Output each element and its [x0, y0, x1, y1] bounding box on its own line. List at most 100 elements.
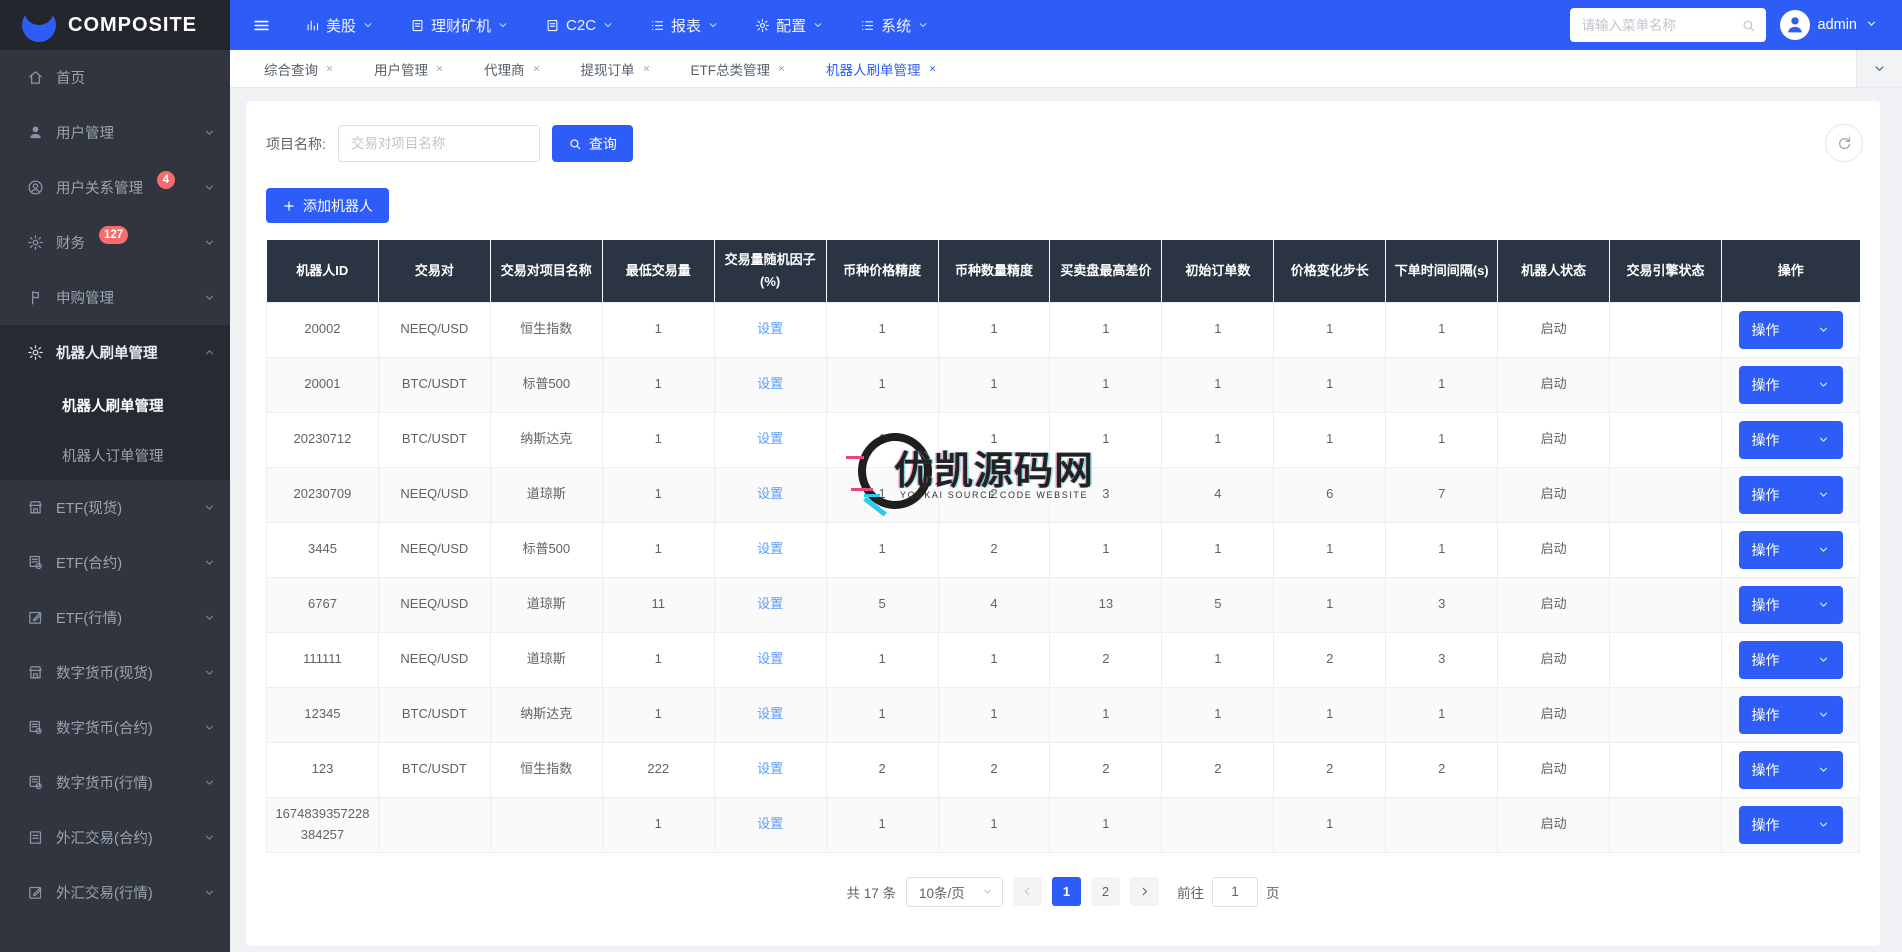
project-name-input[interactable]	[338, 125, 540, 162]
chevron-down-icon	[981, 885, 994, 898]
menu-toggle-icon[interactable]	[252, 16, 271, 35]
nav-menu-reports[interactable]: 报表	[650, 15, 719, 36]
sidebar-subitem-robot-trading-manage[interactable]: 机器人刷单管理	[0, 380, 230, 430]
query-button[interactable]: 查询	[552, 125, 633, 162]
set-random-factor-link[interactable]: 设置	[757, 486, 783, 501]
cell-random-factor: 设置	[714, 522, 826, 577]
sidebar-item-etf-market[interactable]: ETF(行情)	[0, 590, 230, 645]
goto-page-input[interactable]	[1212, 877, 1258, 907]
sidebar-item-crypto-market[interactable]: 数字货币(行情)	[0, 755, 230, 810]
close-icon[interactable]	[435, 64, 444, 73]
row-action-button[interactable]: 操作	[1739, 421, 1843, 459]
cell-init-orders: 4	[1162, 467, 1274, 522]
close-icon[interactable]	[325, 64, 334, 73]
cell-order-interval	[1386, 797, 1498, 852]
row-action-button[interactable]: 操作	[1739, 586, 1843, 624]
nav-menu-wealth-mining[interactable]: 理财矿机	[410, 15, 509, 36]
sidebar-item-robot-trading[interactable]: 机器人刷单管理	[0, 325, 230, 380]
sidebar: 首页用户管理用户关系管理4财务127申购管理机器人刷单管理机器人刷单管理机器人订…	[0, 50, 230, 952]
set-random-factor-link[interactable]: 设置	[757, 761, 783, 776]
table-row: 20230712BTC/USDT纳斯达克1设置111111启动操作	[267, 412, 1860, 467]
close-icon[interactable]	[642, 64, 651, 73]
set-random-factor-link[interactable]: 设置	[757, 651, 783, 666]
cell-init-orders: 1	[1162, 687, 1274, 742]
cell-order-interval: 3	[1386, 632, 1498, 687]
chevron-down-icon	[497, 19, 509, 31]
sidebar-item-etf-contract[interactable]: ETF(合约)	[0, 535, 230, 590]
cell-project-name: 恒生指数	[490, 302, 602, 357]
tab-robot-trading[interactable]: 机器人刷单管理	[806, 50, 957, 87]
row-action-button[interactable]: 操作	[1739, 366, 1843, 404]
sidebar-item-crypto-spot[interactable]: 数字货币(现货)	[0, 645, 230, 700]
set-random-factor-link[interactable]: 设置	[757, 376, 783, 391]
cell-max-spread: 13	[1050, 577, 1162, 632]
close-icon[interactable]	[777, 64, 786, 73]
next-page-button[interactable]	[1130, 877, 1159, 906]
refresh-button[interactable]	[1825, 124, 1863, 162]
row-action-button[interactable]: 操作	[1739, 641, 1843, 679]
nav-menu-us-stocks[interactable]: 美股	[305, 15, 374, 36]
cell-robot-id: 123	[267, 742, 379, 797]
sidebar-item-forex-market[interactable]: 外汇交易(行情)	[0, 865, 230, 920]
chevron-down-icon	[203, 611, 216, 624]
set-random-factor-link[interactable]: 设置	[757, 321, 783, 336]
cell-robot-status: 启动	[1498, 577, 1610, 632]
page-number-1[interactable]: 1	[1052, 877, 1081, 906]
main-content: 项目名称: 查询 添加机器人 机器人ID交易对交易对项目名称最低交易量交易量随机…	[230, 88, 1902, 952]
page-size-select[interactable]: 10条/页	[906, 877, 1003, 907]
row-action-button[interactable]: 操作	[1739, 806, 1843, 844]
cell-amount-precision: 1	[938, 412, 1050, 467]
row-action-button[interactable]: 操作	[1739, 696, 1843, 734]
tab-user-management[interactable]: 用户管理	[354, 50, 464, 87]
cell-engine-status	[1610, 522, 1722, 577]
row-action-button[interactable]: 操作	[1739, 531, 1843, 569]
nav-menu-c2c[interactable]: C2C	[545, 17, 614, 34]
sidebar-item-user-management[interactable]: 用户管理	[0, 105, 230, 160]
nav-menu-config[interactable]: 配置	[755, 15, 824, 36]
cell-actions: 操作	[1722, 687, 1860, 742]
row-action-button[interactable]: 操作	[1739, 476, 1843, 514]
sidebar-subitem-robot-order-manage[interactable]: 机器人订单管理	[0, 430, 230, 480]
row-action-button[interactable]: 操作	[1739, 751, 1843, 789]
set-random-factor-link[interactable]: 设置	[757, 541, 783, 556]
sidebar-item-etf-spot[interactable]: ETF(现货)	[0, 480, 230, 535]
tab-composite-query[interactable]: 综合查询	[244, 50, 354, 87]
sidebar-item-forex-contract[interactable]: 外汇交易(合约)	[0, 810, 230, 865]
nav-menu-system[interactable]: 系统	[860, 15, 929, 36]
page-number-2[interactable]: 2	[1091, 877, 1120, 906]
sidebar-item-user-relations[interactable]: 用户关系管理4	[0, 160, 230, 215]
tab-agent[interactable]: 代理商	[464, 50, 561, 87]
user-menu[interactable]: admin	[1780, 10, 1887, 40]
top-bar: COMPOSITE 美股理财矿机C2C报表配置系统 admin	[0, 0, 1902, 50]
set-random-factor-link[interactable]: 设置	[757, 596, 783, 611]
set-random-factor-link[interactable]: 设置	[757, 431, 783, 446]
tab-etf-category[interactable]: ETF总类管理	[671, 50, 807, 87]
doc-badge-icon	[26, 774, 44, 791]
cell-order-interval: 1	[1386, 522, 1498, 577]
set-random-factor-link[interactable]: 设置	[757, 706, 783, 721]
row-action-button[interactable]: 操作	[1739, 311, 1843, 349]
cell-engine-status	[1610, 742, 1722, 797]
pagination: 共 17 条 10条/页 12 前往 页	[266, 877, 1860, 907]
doc-badge-icon	[26, 719, 44, 736]
sidebar-item-crypto-contract[interactable]: 数字货币(合约)	[0, 700, 230, 755]
column-header: 操作	[1722, 240, 1860, 302]
cell-init-orders: 1	[1162, 302, 1274, 357]
tab-withdraw-orders[interactable]: 提现订单	[561, 50, 671, 87]
sidebar-item-subscription[interactable]: 申购管理	[0, 270, 230, 325]
prev-page-button[interactable]	[1013, 877, 1042, 906]
sidebar-item-home[interactable]: 首页	[0, 50, 230, 105]
search-icon[interactable]	[1741, 18, 1756, 33]
tab-overflow-button[interactable]	[1856, 50, 1902, 87]
add-robot-button[interactable]: 添加机器人	[266, 188, 389, 223]
cell-robot-id: 6767	[267, 577, 379, 632]
cell-pair	[378, 797, 490, 852]
table-row: 3445NEEQ/USD标普5001设置121111启动操作	[267, 522, 1860, 577]
sidebar-item-finance[interactable]: 财务127	[0, 215, 230, 270]
set-random-factor-link[interactable]: 设置	[757, 816, 783, 831]
menu-search-input[interactable]	[1582, 18, 1741, 33]
close-icon[interactable]	[928, 64, 937, 73]
cell-robot-status: 启动	[1498, 357, 1610, 412]
close-icon[interactable]	[532, 64, 541, 73]
cell-min-volume: 1	[602, 632, 714, 687]
